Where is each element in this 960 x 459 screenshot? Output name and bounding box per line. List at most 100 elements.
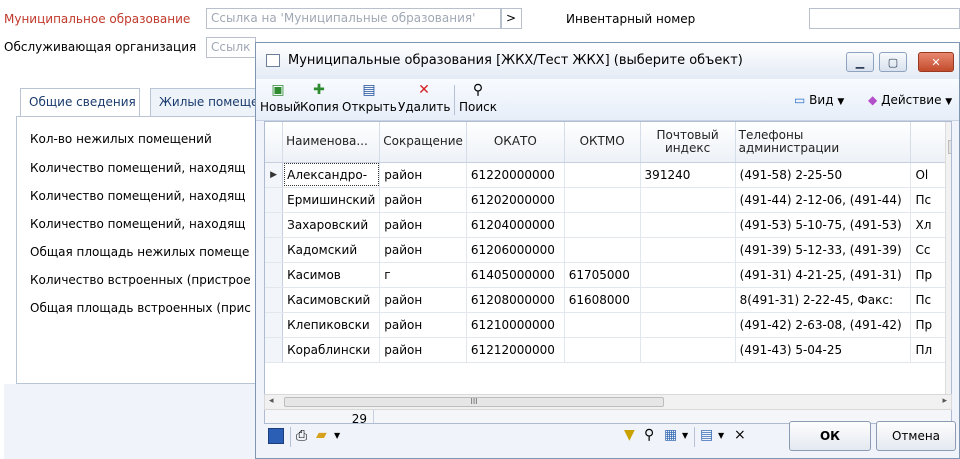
cell[interactable]: 61202000000 [466, 187, 565, 213]
cell[interactable]: (491-31) 4-21-25, (491-31) [735, 262, 912, 288]
table-row[interactable]: Ермишинский район 61202000000 (491-44) 2… [265, 187, 951, 213]
cell[interactable]: 61210000000 [466, 312, 565, 338]
cell[interactable]: г [379, 262, 467, 288]
maximize-icon[interactable]: ▢ [879, 52, 907, 72]
cell[interactable]: (491-42) 2-63-08, (491-42) [735, 312, 912, 338]
action-menu[interactable]: ◆ Действие ▼ [868, 93, 952, 107]
cell[interactable] [640, 287, 736, 313]
cell[interactable]: 391240 [640, 162, 736, 188]
table-row[interactable]: Кораблински район 61212000000 (491-43) 5… [265, 337, 951, 363]
scroll-thumb[interactable] [948, 140, 951, 154]
cell[interactable]: Захаровский [282, 212, 381, 238]
cell[interactable]: 61705000 [564, 262, 641, 288]
dialog-toolbar: ▣ Новый ✚ Копия ▤ Открыть ✕ Удалить ⚲ По… [256, 79, 959, 121]
table-settings-icon[interactable]: ▦ [664, 427, 677, 443]
cell[interactable]: район [379, 187, 467, 213]
clear-icon[interactable]: × [734, 427, 746, 443]
print-icon[interactable]: ⎙ [296, 428, 307, 444]
columns-icon[interactable]: ▤ [700, 427, 713, 443]
filter-icon[interactable]: ▼ [624, 427, 635, 443]
tab-living[interactable]: Жилые помеще [150, 88, 260, 116]
cell[interactable]: (491-39) 5-12-33, (491-39) [735, 237, 912, 263]
cell[interactable] [564, 187, 641, 213]
inventory-input[interactable] [809, 8, 960, 29]
cell[interactable]: 8(491-31) 2-22-45, Факс: [735, 287, 912, 313]
col-phones[interactable]: Телефоны администрации [735, 122, 912, 163]
copy-button[interactable]: ✚ Копия [300, 81, 339, 114]
chevron-down-icon[interactable]: ▼ [718, 431, 724, 440]
cell[interactable]: район [379, 287, 467, 313]
cell[interactable]: район [379, 212, 467, 238]
table-row[interactable]: Захаровский район 61204000000 (491-53) 5… [265, 212, 951, 238]
open-button[interactable]: ▤ Открыть [342, 81, 397, 114]
dialog-titlebar[interactable]: Муниципальные образования [ЖКХ/Тест ЖКХ]… [256, 43, 959, 79]
toolbar-separator [694, 427, 695, 447]
cell[interactable] [564, 237, 641, 263]
cell[interactable] [564, 212, 641, 238]
chevron-down-icon[interactable]: ▼ [682, 431, 688, 440]
cell[interactable]: (491-44) 2-12-06, (491-44) [735, 187, 912, 213]
vertical-scrollbar[interactable] [945, 122, 951, 407]
col-short[interactable]: Сокращение [379, 122, 467, 163]
col-okato[interactable]: ОКАТО [466, 122, 565, 163]
folder-icon[interactable]: ▰ [316, 427, 327, 443]
minimize-icon[interactable]: ▁ [846, 52, 874, 72]
cell[interactable]: Касимов [282, 262, 381, 288]
cell[interactable]: 61208000000 [466, 287, 565, 313]
cell[interactable]: 61220000000 [466, 162, 565, 188]
scroll-right-icon[interactable]: ▸ [942, 396, 947, 406]
col-name[interactable]: Наименова... [282, 122, 381, 163]
cell[interactable]: 61212000000 [466, 337, 565, 363]
cell[interactable] [564, 337, 641, 363]
cell[interactable]: 61204000000 [466, 212, 565, 238]
table-row[interactable]: Касимов г 61405000000 61705000 (491-31) … [265, 262, 951, 288]
cell[interactable]: район [379, 337, 467, 363]
close-icon[interactable]: ✕ [918, 52, 954, 72]
table-row[interactable]: ▶ Александро- район 61220000000 391240 (… [265, 162, 951, 188]
view-menu[interactable]: ▭ Вид ▼ [794, 93, 844, 107]
cell[interactable]: Клепиковски [282, 312, 381, 338]
scroll-left-icon[interactable]: ◂ [269, 396, 274, 406]
tab-general[interactable]: Общие сведения [20, 88, 140, 116]
cell[interactable] [640, 337, 736, 363]
cell[interactable]: Ермишинский [282, 187, 381, 213]
cell[interactable] [564, 312, 641, 338]
cell[interactable]: (491-43) 5-04-25 [735, 337, 912, 363]
cell[interactable]: 61608000 [564, 287, 641, 313]
save-icon[interactable] [268, 428, 284, 444]
cell[interactable] [640, 312, 736, 338]
cell[interactable]: Кораблински [282, 337, 381, 363]
search-button[interactable]: ⚲ Поиск [458, 81, 498, 114]
new-button[interactable]: ▣ Новый [260, 81, 301, 114]
cell[interactable] [640, 262, 736, 288]
delete-button[interactable]: ✕ Удалить [398, 81, 451, 114]
cell[interactable]: район [379, 162, 467, 188]
table-row[interactable]: Касимовский район 61208000000 61608000 8… [265, 287, 951, 313]
cell[interactable]: Александро- [282, 162, 381, 188]
cell[interactable]: (491-53) 5-10-75, (491-53) [735, 212, 912, 238]
search-icon[interactable]: ⚲ [644, 427, 654, 443]
cell[interactable]: район [379, 312, 467, 338]
cell[interactable] [640, 187, 736, 213]
col-oktmo[interactable]: ОКТМО [564, 122, 641, 163]
cell[interactable] [640, 237, 736, 263]
horizontal-scrollbar[interactable]: ◂ III ▸ [264, 394, 952, 410]
scroll-thumb[interactable]: III [284, 397, 664, 407]
cell[interactable] [640, 212, 736, 238]
table-row[interactable]: Клепиковски район 61210000000 (491-42) 2… [265, 312, 951, 338]
col-postal[interactable]: Почтовый индекс [640, 122, 736, 163]
cell[interactable]: 61206000000 [466, 237, 565, 263]
cell[interactable]: Касимовский [282, 287, 381, 313]
select-arrow-icon[interactable]: > [500, 8, 522, 29]
cell[interactable]: (491-58) 2-25-50 [735, 162, 912, 188]
table-row[interactable]: Кадомский район 61206000000 (491-39) 5-1… [265, 237, 951, 263]
cell[interactable]: Кадомский [282, 237, 381, 263]
service-org-input[interactable]: Ссылк [206, 37, 256, 58]
ok-button[interactable]: ОК [789, 421, 871, 451]
municipality-input[interactable]: Ссылка на 'Муниципальные образования' [206, 8, 502, 29]
chevron-down-icon[interactable]: ▼ [334, 431, 340, 440]
cancel-button[interactable]: Отмена [876, 421, 956, 451]
cell[interactable] [564, 162, 641, 188]
cell[interactable]: 61405000000 [466, 262, 565, 288]
cell[interactable]: район [379, 237, 467, 263]
